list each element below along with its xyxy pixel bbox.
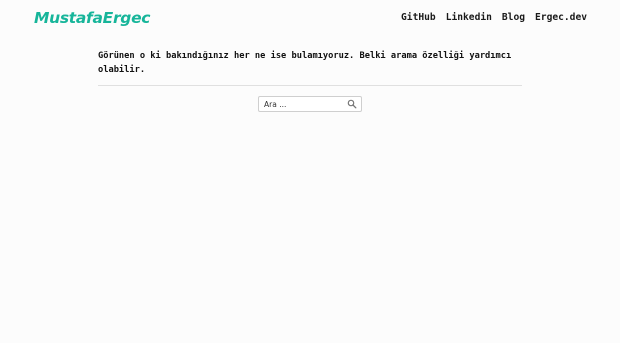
site-logo[interactable]: MustafaErgec [34,8,150,28]
site-header: MustafaErgec GitHub Linkedin Blog Ergec.… [0,0,620,36]
nav-link-github[interactable]: GitHub [401,11,436,24]
divider [98,85,522,86]
search-icon [347,99,357,109]
nav-link-blog[interactable]: Blog [502,11,525,24]
search-form [258,96,362,112]
main-nav: GitHub Linkedin Blog Ergec.dev [401,11,587,24]
nav-link-ergec-dev[interactable]: Ergec.dev [535,11,587,24]
search-button[interactable] [347,99,357,109]
nav-link-linkedin[interactable]: Linkedin [446,11,492,24]
search-input[interactable] [259,97,343,111]
not-found-message: Görünen o ki bakındığınız her ne ise bul… [98,51,512,75]
